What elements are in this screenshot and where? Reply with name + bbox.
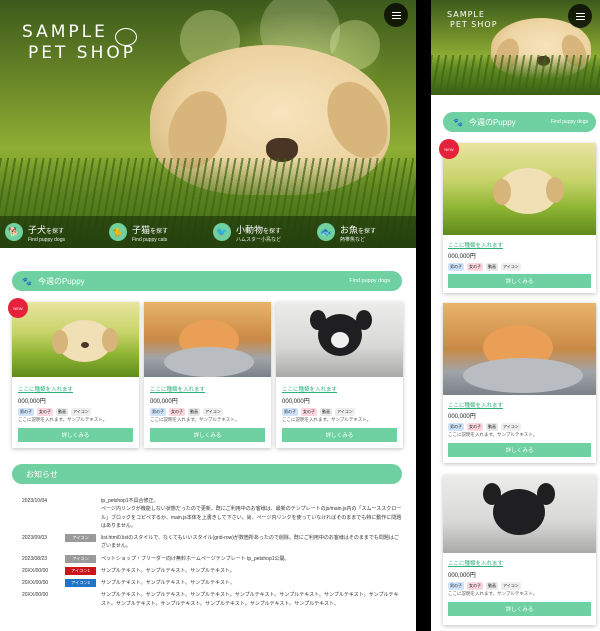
pet-photo: [443, 303, 596, 395]
pet-price: 000,000円: [448, 414, 476, 420]
tag-video: 動画: [486, 263, 498, 271]
new-badge: NEW: [8, 298, 28, 318]
pet-type-link[interactable]: ここに種類を入れます: [282, 385, 337, 393]
tag-video: 動画: [320, 408, 332, 416]
tag-male: 男の子: [448, 582, 464, 590]
tag-female: 女の子: [467, 582, 483, 590]
category-small-animal[interactable]: 🐦 小動物を探す ハムスター小鳥など: [208, 216, 312, 248]
pet-type-link[interactable]: ここに種類を入れます: [18, 385, 73, 393]
site-logo-sp[interactable]: SAMPLE PET SHOP: [447, 10, 498, 30]
pet-description: ここに説明を入れます。サンプルテキスト。: [448, 432, 538, 437]
pet-price: 000,000円: [448, 254, 476, 260]
tag-icon: アイコン: [335, 408, 355, 416]
pet-photo: [443, 475, 596, 553]
tag-video: 動画: [56, 408, 68, 416]
tag-video: 動画: [188, 408, 200, 416]
pet-description: ここに説明を入れます。サンプルテキスト。: [282, 417, 372, 422]
news-item: 20XX/00/00 サンプルテキスト。サンプルテキスト。サンプルテキスト。サン…: [22, 592, 399, 607]
news-item: 20XX/00/00 アイコン2 サンプルテキスト。サンプルテキスト。サンプルテ…: [22, 579, 235, 587]
pet-card: ここに種類を入れます 000,000円 男の子 女の子 動画 アイコン ここに説…: [144, 302, 271, 448]
tag-female: 女の子: [169, 408, 185, 416]
find-puppy-link[interactable]: Find puppy dogs: [349, 278, 390, 284]
pet-photo: [12, 302, 139, 377]
category-nav: 🐕 子犬を探す Find puppy dogs 🐈 子猫を探す Find puppy…: [0, 216, 416, 248]
pet-price: 000,000円: [448, 573, 476, 579]
category-dog[interactable]: 🐕 子犬を探す Find puppy dogs: [0, 216, 104, 248]
hero-image: SAMPLE PET SHOP 🐕 子犬を探す Find puppy dogs 🐈…: [0, 0, 416, 248]
news-item: 2023/10/04 tp_petshop1不具合修正。 ページ内リンクが機能し…: [22, 498, 402, 529]
pet-card: ここに種類を入れます 000,000円 男の子 女の子 動画 アイコン ここに説…: [276, 302, 403, 448]
news-item: 2023/08/23 アイコン ペットショップ・ブリーダー向け無料ホームページテ…: [22, 554, 290, 563]
tag-female: 女の子: [467, 423, 483, 431]
category-cat[interactable]: 🐈 子猫を探す Find puppy cats: [104, 216, 208, 248]
news-badge: アイコン1: [65, 566, 96, 575]
pet-price: 000,000円: [150, 399, 178, 405]
details-button[interactable]: 詳しくみる: [448, 602, 591, 616]
pc-view: SAMPLE PET SHOP 🐕 子犬を探す Find puppy dogs 🐈…: [0, 0, 416, 631]
tag-male: 男の子: [448, 423, 464, 431]
menu-button-sp[interactable]: [568, 4, 592, 28]
details-button[interactable]: 詳しくみる: [18, 428, 133, 442]
tag-male: 男の子: [448, 263, 464, 271]
section-header-puppy: 🐾 今週のPuppy Find puppy dogs: [12, 271, 402, 291]
tag-icon: アイコン: [501, 263, 521, 271]
tag-video: 動画: [486, 423, 498, 431]
tag-icon: アイコン: [203, 408, 223, 416]
pet-type-link[interactable]: ここに種類を入れます: [448, 241, 503, 249]
pet-description: ここに説明を入れます。サンプルテキスト。: [150, 417, 240, 422]
category-fish[interactable]: 🐟 お魚を探す 熱帯魚など: [312, 216, 416, 248]
pet-description: ここに説明を入れます。サンプルテキスト。: [448, 591, 538, 596]
section-header-news: お知らせ: [12, 464, 402, 484]
new-badge: NEW: [439, 139, 459, 159]
tag-female: 女の子: [467, 263, 483, 271]
pet-type-link[interactable]: ここに種類を入れます: [150, 385, 205, 393]
pet-price: 000,000円: [282, 399, 310, 405]
pet-card-sp: ここに種類を入れます 000,000円 男の子 女の子 動画 アイコン ここに説…: [443, 303, 596, 463]
details-button[interactable]: 詳しくみる: [150, 428, 265, 442]
pet-photo: [144, 302, 271, 377]
hero-image-sp: SAMPLE PET SHOP: [431, 0, 600, 95]
tag-icon: アイコン: [501, 423, 521, 431]
pet-price: 000,000円: [18, 399, 46, 405]
dog-icon: 🐕: [5, 223, 23, 241]
find-puppy-link-sp[interactable]: Find puppy dogs: [551, 119, 588, 125]
paw-icon: 🐾: [22, 276, 32, 286]
details-button[interactable]: 詳しくみる: [448, 274, 591, 288]
tag-male: 男の子: [282, 408, 298, 416]
tag-female: 女の子: [301, 408, 317, 416]
details-button[interactable]: 詳しくみる: [282, 428, 397, 442]
section-header-puppy-sp: 🐾 今週のPuppy Find puppy dogs: [443, 112, 596, 132]
pet-card-sp: NEW ここに種類を入れます 000,000円 男の子 女の子 動画 アイコン …: [439, 139, 596, 293]
details-button[interactable]: 詳しくみる: [448, 443, 591, 457]
pet-card: NEW ここに種類を入れます 000,000円 男の子 女の子 動画 アイコン …: [8, 298, 139, 448]
pet-photo: [443, 143, 596, 235]
tag-male: 男の子: [18, 408, 34, 416]
menu-button[interactable]: [384, 3, 408, 27]
paw-icon: 🐾: [453, 117, 463, 127]
pet-card-sp: ここに種類を入れます 000,000円 男の子 女の子 動画 アイコン ここに説…: [443, 475, 596, 625]
logo-bubble-icon: [115, 28, 137, 46]
news-item: 2023/09/03 アイコン list.html0.listのスタイルで、なく…: [22, 534, 399, 550]
pet-type-link[interactable]: ここに種類を入れます: [448, 401, 503, 409]
tag-video: 動画: [486, 582, 498, 590]
bird-icon: 🐦: [213, 223, 231, 241]
news-item: 20XX/00/00 アイコン1 サンプルテキスト。サンプルテキスト。サンプルテ…: [22, 566, 235, 575]
fish-icon: 🐟: [317, 223, 335, 241]
tag-female: 女の子: [37, 408, 53, 416]
news-badge: アイコン: [65, 534, 96, 542]
cat-icon: 🐈: [109, 223, 127, 241]
news-badge: アイコン2: [65, 579, 96, 587]
pet-description: ここに説明を入れます。サンプルテキスト。: [18, 417, 108, 422]
pet-photo: [276, 302, 403, 377]
sp-view: SAMPLE PET SHOP 🐾 今週のPuppy Find puppy do…: [431, 0, 600, 631]
pet-type-link[interactable]: ここに種類を入れます: [448, 559, 503, 567]
news-list: 2023/10/04 tp_petshop1不具合修正。 ページ内リンクが機能し…: [22, 497, 402, 612]
news-badge: アイコン: [65, 554, 96, 563]
tag-icon: アイコン: [501, 582, 521, 590]
tag-male: 男の子: [150, 408, 166, 416]
tag-icon: アイコン: [71, 408, 91, 416]
